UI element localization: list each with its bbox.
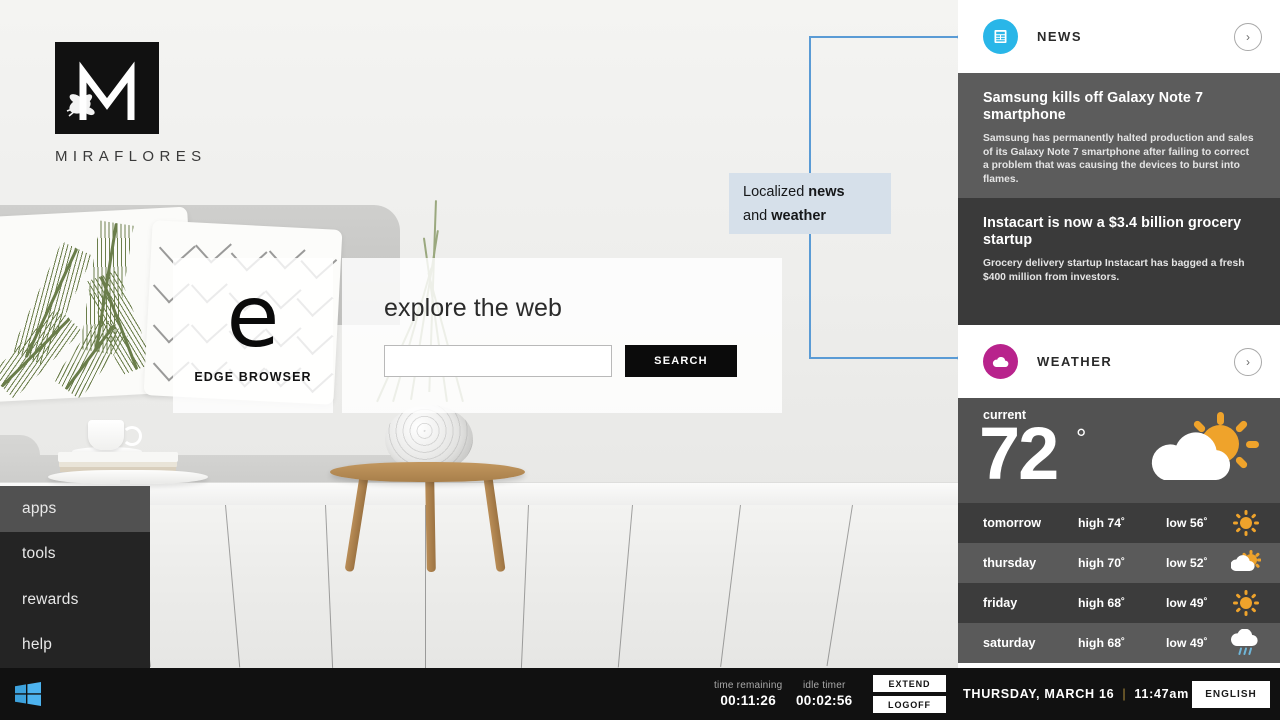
forecast-high: high 70˚ (1078, 556, 1126, 570)
logo-m-glyph (66, 61, 135, 120)
idle-timer-label: idle timer (802, 680, 846, 691)
search-button[interactable]: SEARCH (625, 345, 737, 377)
edge-browser-icon: e (226, 266, 280, 367)
menu-item-label: tools (22, 545, 56, 563)
edge-browser-label: EDGE BROWSER (194, 370, 312, 385)
forecast-high: high 68˚ (1078, 636, 1126, 650)
extend-button[interactable]: EXTEND (873, 675, 946, 692)
weather-section-header: WEATHER › (958, 325, 1280, 398)
forecast-row: thursday high 70˚ low 52˚ (958, 543, 1280, 583)
cup-handle (122, 426, 142, 446)
edge-browser-tile[interactable]: e EDGE BROWSER (173, 258, 333, 413)
news-body: Samsung has permanently halted productio… (983, 133, 1254, 185)
search-title: explore the web (384, 294, 563, 322)
brand-logo: MIRAFLORES (55, 42, 207, 165)
forecast-row: tomorrow high 74˚ low 56˚ (958, 503, 1280, 543)
search-panel: explore the web SEARCH (342, 258, 782, 413)
forecast-high: high 74˚ (1078, 516, 1126, 530)
menu-item-label: rewards (22, 590, 79, 608)
menu-item-label: help (22, 636, 53, 654)
menu-item-rewards[interactable]: rewards (0, 577, 150, 623)
cloud-icon (983, 344, 1018, 379)
menu-item-apps[interactable]: apps (0, 486, 150, 532)
news-section-label: NEWS (1037, 29, 1082, 44)
language-button[interactable]: ENGLISH (1192, 681, 1270, 708)
rain-icon (1228, 629, 1264, 657)
time-remaining: time remaining 00:11:26 (714, 680, 782, 708)
degree-symbol: ° (1076, 423, 1087, 453)
forecast-day: saturday (983, 636, 1036, 650)
callout-line-2: and weather (743, 207, 827, 224)
time-remaining-label: time remaining (714, 680, 783, 691)
weather-chevron-right-icon[interactable]: › (1234, 347, 1262, 376)
logoff-button[interactable]: LOGOFF (873, 696, 946, 713)
sun-icon (1228, 509, 1264, 537)
sun-icon (1228, 589, 1264, 617)
callout-line-1: Localized news (743, 183, 845, 200)
forecast-day: tomorrow (983, 516, 1042, 530)
callout-label: Localized news and weather (729, 173, 891, 234)
search-input[interactable] (384, 345, 612, 377)
news-chevron-right-icon[interactable]: › (1234, 22, 1262, 51)
date-text: THURSDAY, MARCH 16 (963, 687, 1115, 701)
left-menu: apps tools rewards help (0, 486, 150, 668)
forecast-row: friday high 68˚ low 49˚ (958, 583, 1280, 623)
datetime-display: THURSDAY, MARCH 16 | 11:47am (963, 668, 1189, 720)
newspaper-icon (983, 19, 1018, 54)
partly-cloudy-icon (1136, 412, 1266, 492)
kiosk-screen: MIRAFLORES apps tools rewards help e EDG… (0, 0, 1280, 720)
news-headline: Samsung kills off Galaxy Note 7 smartpho… (983, 90, 1204, 123)
news-item[interactable]: Instacart is now a $3.4 billion grocery … (958, 198, 1280, 325)
time-remaining-value: 00:11:26 (720, 693, 777, 708)
forecast-row: saturday high 68˚ low 49˚ (958, 623, 1280, 663)
idle-timer: idle timer 00:02:56 (796, 680, 852, 708)
taskbar: time remaining 00:11:26 idle timer 00:02… (0, 668, 1280, 720)
menu-item-tools[interactable]: tools (0, 532, 150, 578)
current-weather: current 72 ° (958, 398, 1280, 503)
time-text: 11:47am (1134, 687, 1189, 701)
brand-name: MIRAFLORES (55, 148, 207, 165)
forecast-low: low 56˚ (1166, 516, 1208, 530)
news-body: Grocery delivery startup Instacart has b… (983, 258, 1245, 283)
forecast-low: low 49˚ (1166, 596, 1208, 610)
coffee-cup (88, 420, 124, 450)
logo-mark-icon (55, 42, 159, 134)
forecast-day: thursday (983, 556, 1037, 570)
datetime-separator: | (1122, 687, 1127, 701)
news-section-header: NEWS › (958, 0, 1280, 73)
idle-timer-value: 00:02:56 (796, 693, 853, 708)
forecast-day: friday (983, 596, 1018, 610)
info-panel: NEWS › Samsung kills off Galaxy Note 7 s… (958, 0, 1280, 668)
forecast-low: low 52˚ (1166, 556, 1208, 570)
menu-item-help[interactable]: help (0, 623, 150, 669)
weather-section-label: WEATHER (1037, 354, 1113, 369)
current-temperature: 72 (979, 412, 1059, 495)
news-item[interactable]: Samsung kills off Galaxy Note 7 smartpho… (958, 73, 1280, 198)
news-headline: Instacart is now a $3.4 billion grocery … (983, 215, 1242, 248)
windows-logo-icon[interactable] (10, 678, 46, 710)
books-stack (58, 452, 178, 462)
partly-cloudy-icon (1228, 549, 1264, 577)
menu-item-label: apps (22, 499, 57, 517)
forecast-low: low 49˚ (1166, 636, 1208, 650)
forecast-high: high 68˚ (1078, 596, 1126, 610)
